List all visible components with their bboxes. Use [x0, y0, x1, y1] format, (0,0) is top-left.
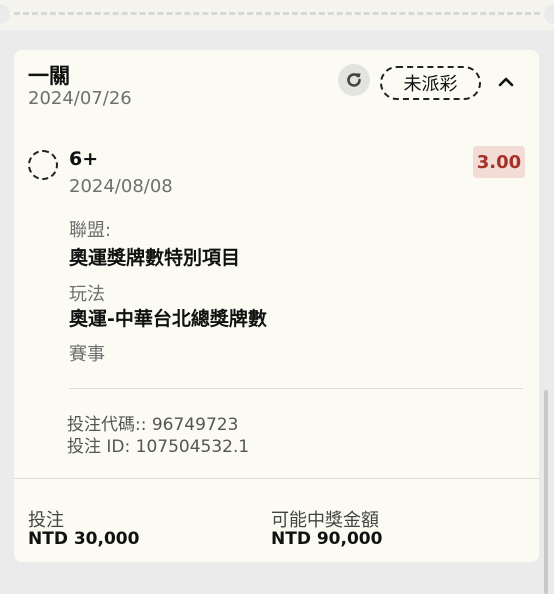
status-badge: 未派彩 — [380, 66, 481, 100]
odds-badge: 3.00 — [473, 146, 525, 178]
event-label: 賽事 — [69, 344, 105, 365]
refresh-button[interactable] — [338, 64, 370, 96]
collapse-button[interactable] — [494, 70, 518, 94]
selection-date: 2024/08/08 — [69, 176, 173, 197]
ticket-notch-right — [544, 4, 554, 24]
scrollbar[interactable] — [544, 390, 548, 594]
bet-id: 投注 ID: 107504532.1 — [67, 437, 250, 457]
refresh-icon — [347, 73, 361, 87]
market-value: 奧運-中華台北總獎牌數 — [69, 308, 267, 330]
previous-ticket-edge — [0, 0, 554, 30]
stake-value: NTD 30,000 — [28, 529, 140, 549]
bet-type-title: 一關 — [28, 64, 70, 88]
selection-name: 6+ — [69, 148, 99, 170]
perforation-divider — [14, 12, 540, 15]
ticket-date: 2024/07/26 — [28, 88, 132, 109]
ticket-notch-left — [0, 4, 10, 24]
market-label: 玩法 — [69, 284, 105, 305]
chevron-up-icon — [498, 77, 514, 87]
potential-payout-value: NTD 90,000 — [271, 529, 383, 549]
selection-status-icon — [28, 150, 58, 180]
league-value: 奧運獎牌數特別項目 — [69, 247, 241, 269]
league-label: 聯盟: — [69, 220, 112, 241]
footer-divider — [14, 478, 539, 479]
bet-ticket-card: 一關 2024/07/26 未派彩 6+ 2024/08/08 3.00 聯盟:… — [14, 50, 539, 562]
details-divider — [69, 388, 523, 389]
